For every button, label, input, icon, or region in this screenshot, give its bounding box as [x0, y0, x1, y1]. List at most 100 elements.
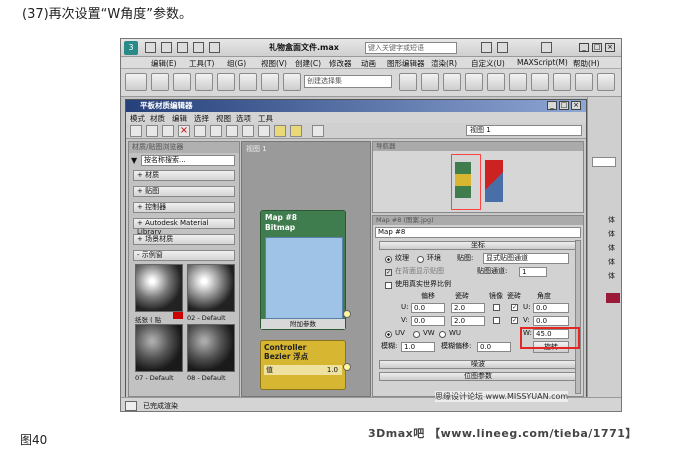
v-tile-checkbox[interactable]: ✓: [511, 317, 518, 324]
menu-help[interactable]: 帮助(H): [573, 58, 600, 69]
link-button[interactable]: [151, 73, 169, 91]
save-file-icon[interactable]: [177, 42, 188, 53]
params-scrollbar[interactable]: [575, 240, 581, 394]
mirror-button[interactable]: [399, 73, 417, 91]
new-file-icon[interactable]: [145, 42, 156, 53]
selection-set-dropdown[interactable]: 创建选择集: [304, 75, 392, 88]
delete-icon[interactable]: ×: [178, 125, 190, 137]
map-channel-spinner[interactable]: 1: [519, 267, 547, 277]
maximize-button[interactable]: □: [592, 43, 602, 52]
render-frame-button[interactable]: [575, 73, 593, 91]
bitmap-node[interactable]: Map #8 Bitmap 附加参数: [260, 210, 346, 330]
v-tiling-spinner[interactable]: 2.0: [451, 316, 485, 326]
v-offset-spinner[interactable]: 0.0: [411, 316, 445, 326]
curve-editor-button[interactable]: [487, 73, 505, 91]
bitmap-params-rollout[interactable]: 位图参数: [379, 372, 577, 381]
material-map-navigator-icon[interactable]: [274, 125, 286, 137]
minimize-button[interactable]: _: [579, 43, 589, 52]
angle-snap-button[interactable]: [239, 73, 257, 91]
move-children-icon[interactable]: [194, 125, 206, 137]
texture-radio[interactable]: [385, 256, 392, 263]
environ-radio[interactable]: [417, 256, 424, 263]
v-angle-spinner[interactable]: 0.0: [533, 316, 569, 326]
sample-slot-4[interactable]: [187, 324, 235, 372]
real-world-checkbox[interactable]: [385, 282, 392, 289]
category-materials[interactable]: + 材质: [133, 170, 235, 181]
snap-toggle-button[interactable]: [217, 73, 235, 91]
bind-space-warp-button[interactable]: [173, 73, 191, 91]
max-search-input[interactable]: 键入关键字或短语: [365, 42, 457, 54]
assign-material-icon[interactable]: [162, 125, 174, 137]
noise-rollout[interactable]: 噪波: [379, 360, 577, 369]
redo-icon[interactable]: [209, 42, 220, 53]
controller-output-socket[interactable]: [343, 363, 351, 371]
menu-customize[interactable]: 自定义(U): [471, 58, 505, 69]
show-map-icon[interactable]: [226, 125, 238, 137]
menu-edit[interactable]: 编辑(E): [151, 58, 177, 69]
category-controllers[interactable]: + 控制器: [133, 202, 235, 213]
uv-radio[interactable]: [385, 331, 392, 338]
menu-maxscript[interactable]: MAXScript(M): [517, 58, 568, 67]
blur-spinner[interactable]: 1.0: [401, 342, 435, 352]
menu-rendering[interactable]: 渲染(R): [431, 58, 457, 69]
menu-tools[interactable]: 工具(T): [189, 58, 214, 69]
view-tab-label[interactable]: 视图 1: [246, 144, 267, 154]
close-button[interactable]: ×: [605, 43, 615, 52]
help-icon[interactable]: [541, 42, 552, 53]
browser-search-input[interactable]: 按名称搜索...: [141, 155, 235, 166]
object-color-swatch[interactable]: [606, 293, 620, 303]
map-name-field[interactable]: Map #8: [375, 227, 581, 238]
vw-radio[interactable]: [413, 331, 420, 338]
put-to-scene-icon[interactable]: [146, 125, 158, 137]
menu-modifiers[interactable]: 修改器: [329, 58, 352, 69]
menu-views[interactable]: 视图(V): [261, 58, 287, 69]
undo-scene-button[interactable]: [125, 73, 147, 91]
slate-maximize-button[interactable]: □: [559, 101, 569, 110]
parameter-editor-icon[interactable]: [290, 125, 302, 137]
undo-icon[interactable]: [193, 42, 204, 53]
spinner-snap-button[interactable]: [283, 73, 301, 91]
layout-children-icon[interactable]: [258, 125, 270, 137]
menu-graph-editors[interactable]: 图形编辑器: [387, 58, 425, 69]
material-editor-button[interactable]: [531, 73, 549, 91]
blur-offset-spinner[interactable]: 0.0: [477, 342, 511, 352]
coordinates-rollout[interactable]: 坐标: [379, 241, 577, 250]
layer-manager-button[interactable]: [443, 73, 461, 91]
u-tiling-spinner[interactable]: 2.0: [451, 303, 485, 313]
v-mirror-checkbox[interactable]: [493, 317, 500, 324]
layout-all-icon[interactable]: [242, 125, 254, 137]
star-icon[interactable]: [497, 42, 508, 53]
show-on-back-checkbox[interactable]: ✓: [385, 269, 392, 276]
browser-options-icon[interactable]: ▼: [131, 156, 137, 165]
select-object-button[interactable]: [195, 73, 213, 91]
menu-create[interactable]: 创建(C): [295, 58, 321, 69]
u-mirror-checkbox[interactable]: [493, 304, 500, 311]
view-dropdown[interactable]: 视图 1: [466, 125, 582, 136]
select-by-material-icon[interactable]: [312, 125, 324, 137]
node-view[interactable]: 视图 1 Map #8 Bitmap 附加参数 Controller Bezier …: [241, 141, 371, 397]
sample-slot-3[interactable]: [135, 324, 183, 372]
sample-slot-1[interactable]: [135, 264, 183, 312]
category-scene-materials[interactable]: + 场景材质: [133, 234, 235, 245]
render-setup-button[interactable]: [553, 73, 571, 91]
category-sample-slots[interactable]: - 示例窗: [133, 250, 235, 261]
graphite-button[interactable]: [465, 73, 483, 91]
render-button[interactable]: [597, 73, 615, 91]
wu-radio[interactable]: [439, 331, 446, 338]
menu-group[interactable]: 组(G): [227, 58, 246, 69]
command-panel-field[interactable]: [592, 157, 616, 167]
menu-animation[interactable]: 动画: [361, 58, 376, 69]
align-button[interactable]: [421, 73, 439, 91]
u-offset-spinner[interactable]: 0.0: [411, 303, 445, 313]
slate-minimize-button[interactable]: _: [547, 101, 557, 110]
sample-slot-2[interactable]: [187, 264, 235, 312]
schematic-view-button[interactable]: [509, 73, 527, 91]
slate-close-button[interactable]: ×: [571, 101, 581, 110]
binoculars-icon[interactable]: [481, 42, 492, 53]
percent-snap-button[interactable]: [261, 73, 279, 91]
controller-node[interactable]: Controller Bezier 浮点 值 1.0: [260, 340, 346, 390]
bitmap-output-socket[interactable]: [343, 310, 351, 318]
max-logo-icon[interactable]: 3: [124, 41, 138, 55]
u-angle-spinner[interactable]: 0.0: [533, 303, 569, 313]
u-tile-checkbox[interactable]: ✓: [511, 304, 518, 311]
